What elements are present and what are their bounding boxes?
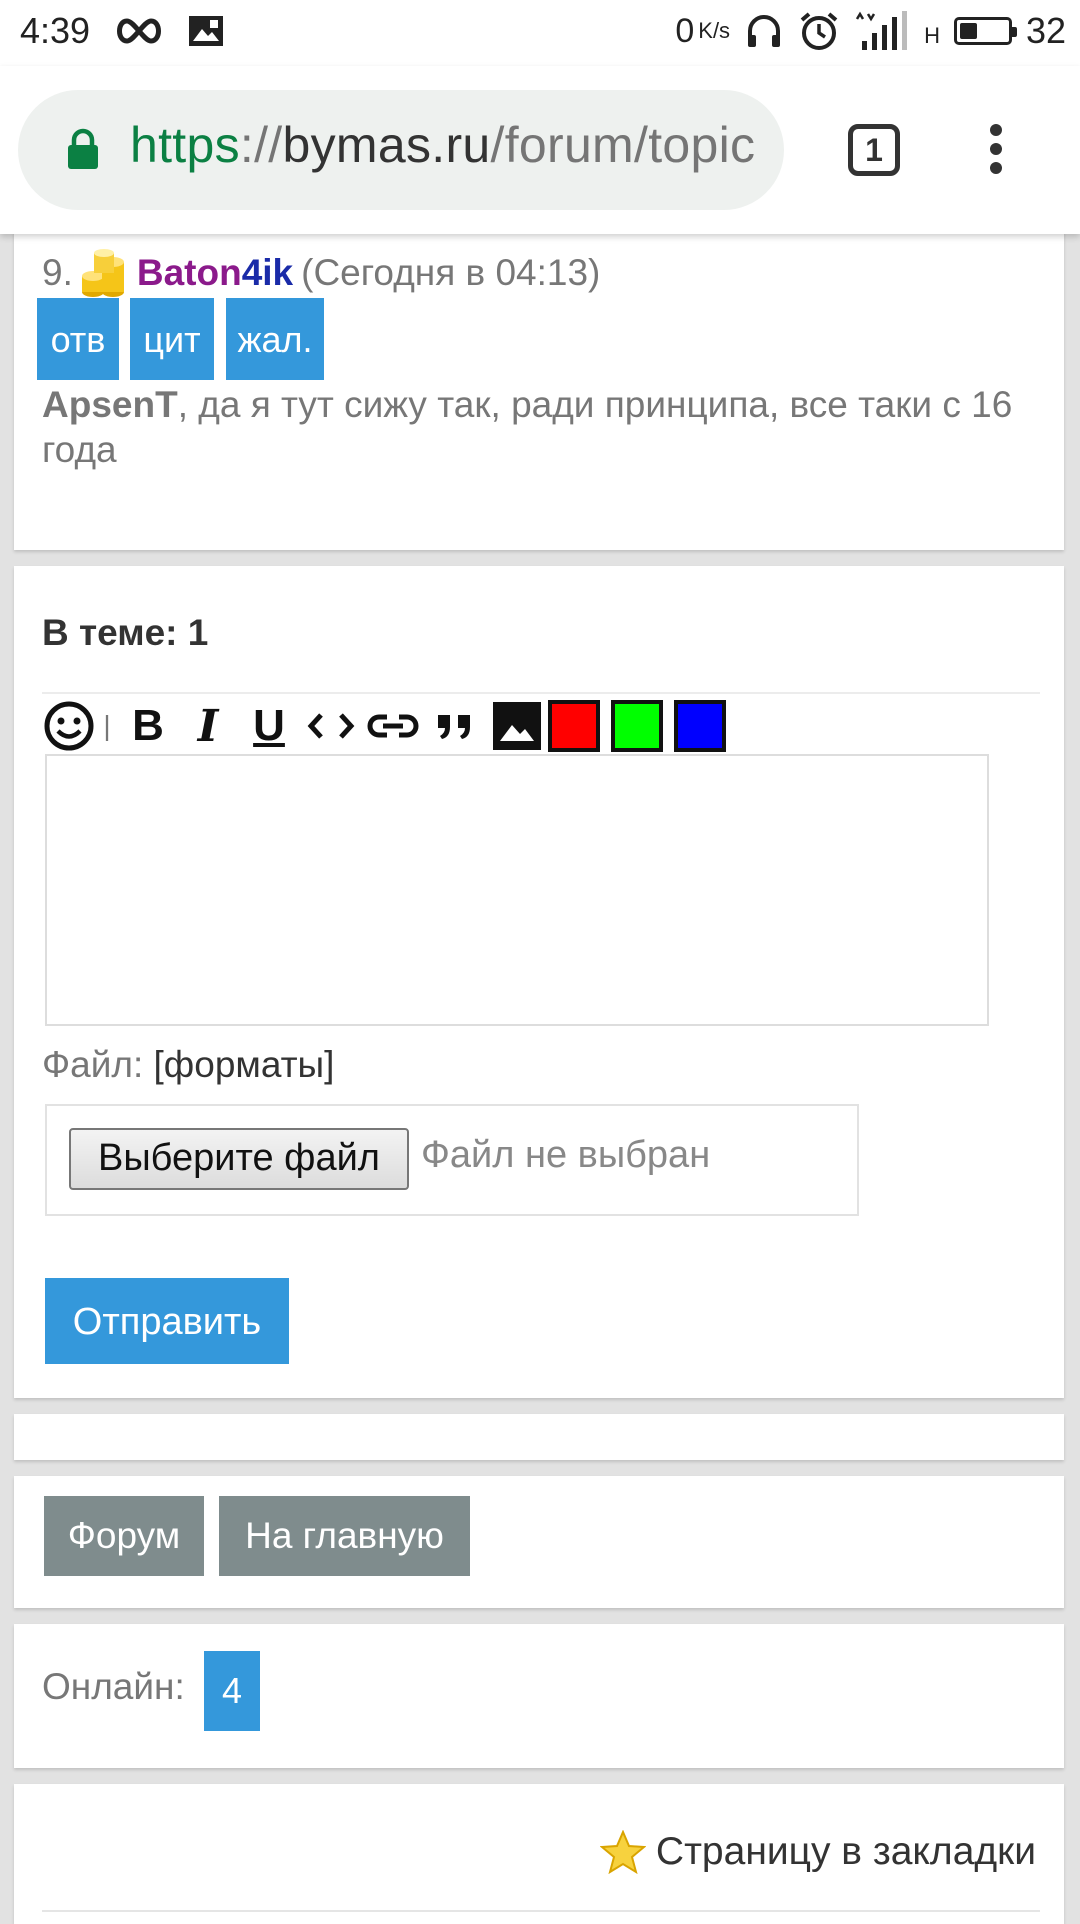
message-textarea[interactable] [45,754,989,1026]
browser-toolbar: https://bymas.ru/forum/topic 1 [0,66,1080,234]
infinity-icon [114,16,164,46]
file-label: Файл: [форматы] [42,1044,335,1085]
quote-button[interactable]: цит [130,298,214,380]
file-status: Файл не выбран [421,1134,711,1176]
overflow-menu-icon[interactable] [984,124,1008,180]
battery-level: 32 [1025,10,1066,51]
footer-divider [42,1910,1040,1912]
star-icon [599,1830,646,1874]
address-bar[interactable]: https://bymas.ru/forum/topic [18,90,784,210]
link-icon[interactable] [362,698,424,754]
report-button[interactable]: жал. [226,298,324,380]
post-time: (Сегодня в 04:13) [301,252,601,293]
home-button[interactable]: На главную [219,1496,470,1576]
alarm-icon [798,10,840,52]
online-label: Онлайн: [42,1666,185,1707]
post-mention[interactable]: ApsenT [42,384,178,425]
forum-button[interactable]: Форум [44,1496,204,1576]
italic-icon[interactable]: I [178,698,238,754]
post-card: 9. Baton4ik (Сегодня в 04:13) отв цит жа… [14,230,1064,550]
online-count-badge[interactable]: 4 [204,1651,260,1731]
lock-icon [66,128,100,175]
status-bar: 4:39 0 K/s H 32 [0,0,1080,66]
picture-notification-icon [188,15,224,47]
battery-icon [953,17,1017,45]
spacer-card [14,1414,1064,1460]
speed-value: 0 [675,11,695,50]
tab-switcher-button[interactable]: 1 [848,124,900,176]
bookmark-link[interactable]: Страницу в закладки [599,1830,1036,1874]
bookmark-card: Страницу в закладки [14,1784,1064,1924]
choose-file-button[interactable]: Выберите файл [69,1128,409,1190]
quote-icon[interactable] [424,698,486,754]
submit-button[interactable]: Отправить [45,1278,289,1364]
green-color-button[interactable] [611,700,663,752]
bold-icon[interactable]: B [118,698,178,754]
code-icon[interactable] [300,698,362,754]
post-username[interactable]: Baton4ik [137,252,293,294]
post-text: ApsenT, да я тут сижу так, ради принципа… [42,384,1013,470]
online-card: Онлайн: 4 [14,1624,1064,1768]
network-type: H [924,23,940,48]
smiley-icon[interactable] [42,698,96,754]
status-time: 4:39 [20,10,91,51]
blue-color-button[interactable] [674,700,726,752]
url-text[interactable]: https://bymas.ru/forum/topic [130,116,780,174]
toolbar-divider [42,692,1040,694]
formatting-toolbar: | B I U [42,696,737,756]
file-formats-link[interactable]: [форматы] [154,1044,335,1085]
underline-icon[interactable]: U [238,698,300,754]
navigation-card: Форум На главную [14,1476,1064,1608]
reply-button[interactable]: отв [37,298,119,380]
topic-count: В теме: 1 [42,612,209,653]
file-input: Выберите файл Файл не выбран [45,1104,859,1216]
image-icon[interactable] [486,698,548,754]
headphones-icon [744,11,784,51]
reply-form-card: В теме: 1 | B I U Файл: [форматы] Выбери… [14,566,1064,1398]
signal-icon [854,11,910,51]
post-header: 9. Baton4ik (Сегодня в 04:13) [42,248,600,298]
post-number: 9. [42,252,73,293]
toolbar-separator: | [103,710,111,741]
red-color-button[interactable] [548,700,600,752]
speed-unit: K/s [698,18,731,43]
coins-icon [79,248,127,298]
